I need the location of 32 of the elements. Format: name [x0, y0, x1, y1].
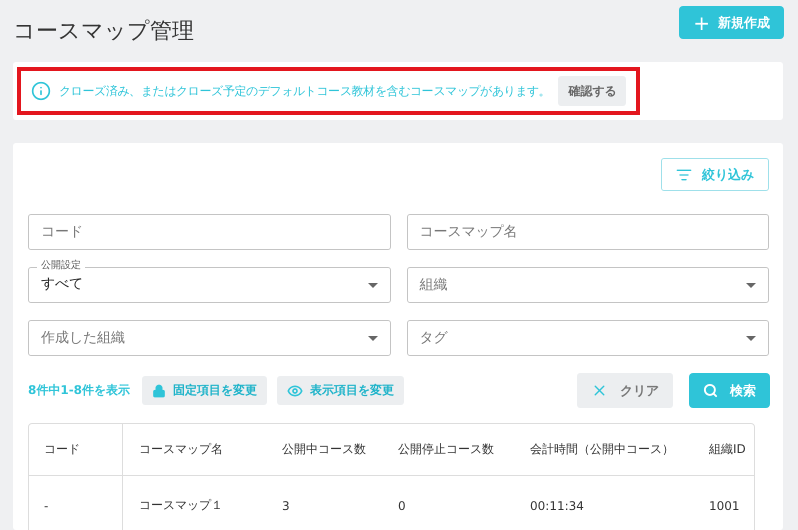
caret-icon — [746, 336, 756, 340]
table-cell-text: コースマップ１ — [138, 497, 224, 514]
caret-icon — [746, 282, 756, 288]
search-icon — [703, 383, 718, 398]
select-field[interactable]: 作成した組織 — [28, 320, 390, 356]
column-header: コード — [29, 424, 123, 475]
column-header: コースマップ名 — [138, 441, 224, 458]
caret-icon — [368, 336, 378, 340]
filter-icon — [676, 166, 692, 182]
select-field[interactable]: 組織 — [406, 267, 769, 303]
caret-icon — [368, 282, 378, 288]
text-field[interactable]: コード — [28, 214, 390, 250]
column-header: 公開停止コース数 — [397, 441, 495, 458]
alert-icon — [31, 81, 51, 101]
table-cell-text: 3 — [281, 498, 291, 514]
lock-icon — [152, 384, 166, 398]
table-cell: - — [29, 476, 123, 530]
text-field[interactable]: コースマップ名 — [406, 214, 769, 250]
result-count: 8件中1-8件を表示 — [28, 382, 130, 399]
clear-button[interactable]: クリア — [577, 373, 673, 408]
notice-text: クローズ済み、またはクローズ予定のデフォルトコース教材を含むコースマップがあります。 — [59, 82, 550, 100]
table-cell-text: 0 — [397, 498, 407, 514]
column-header: 公開中コース数 — [281, 441, 367, 458]
table-cell-text: 1001 — [708, 498, 741, 514]
eye-icon — [287, 382, 304, 398]
select-field[interactable]: タグ — [406, 320, 769, 356]
table-cell-text: 00:11:34 — [529, 498, 585, 514]
column-header: 組織ID — [708, 441, 747, 458]
confirm-button[interactable]: 確認する — [558, 76, 626, 106]
field-label: 公開設定 — [37, 260, 85, 272]
page-title: コースマップ管理 — [13, 18, 194, 46]
column-header: 会計時間（公開中コース） — [529, 441, 675, 458]
